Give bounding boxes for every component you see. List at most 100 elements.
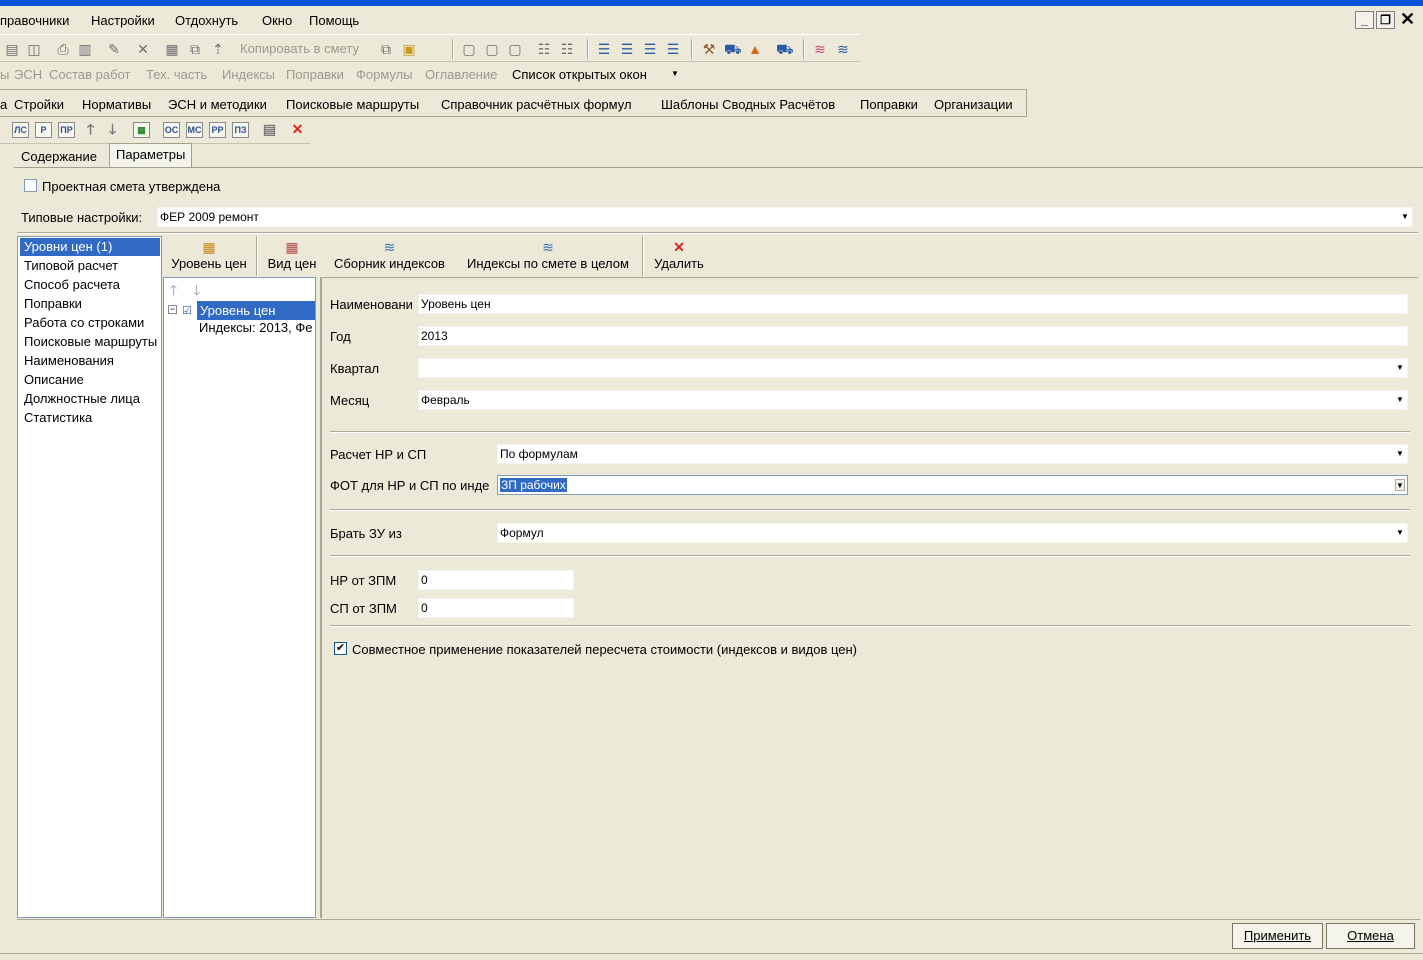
quarter-dropdown[interactable]: ▼: [418, 358, 1408, 378]
nav-item-norms[interactable]: Нормативы: [82, 97, 151, 112]
list-item-price-levels[interactable]: Уровни цен (1): [20, 238, 160, 256]
list-item-statistics[interactable]: Статистика: [20, 409, 160, 427]
indent-icon[interactable]: ☰: [596, 41, 612, 57]
chevron-down-icon[interactable]: ▼: [671, 69, 679, 78]
joint-application-checkbox[interactable]: ✔: [334, 642, 347, 655]
menu-help[interactable]: Помощь: [309, 13, 359, 28]
nav-item-buildings[interactable]: Стройки: [14, 97, 64, 112]
arrow-up-icon[interactable]: 🡑: [82, 122, 99, 138]
mc-doc-icon[interactable]: МС: [186, 122, 203, 138]
p-icon[interactable]: ▢: [484, 41, 500, 57]
tree-node-price-level[interactable]: Уровень цен: [197, 301, 315, 320]
tree-node-indexes[interactable]: Индексы: 2013, Фе: [199, 320, 313, 335]
nav-item-corrections[interactable]: Поправки: [860, 97, 918, 112]
index-collection-button[interactable]: ≋ Сборник индексов: [327, 236, 452, 276]
close-icon[interactable]: ✕: [1400, 9, 1415, 30]
chevron-down-icon[interactable]: ▼: [1395, 394, 1405, 406]
restore-icon[interactable]: ❐: [1376, 11, 1395, 29]
calc-dropdown[interactable]: По формулам ▼: [497, 444, 1408, 464]
fot-dropdown[interactable]: ЗП рабочих ▼: [497, 475, 1408, 495]
edit-icon[interactable]: ✎: [106, 41, 122, 57]
op-doc-icon[interactable]: ОС: [163, 122, 180, 138]
comment-icon[interactable]: ◫: [26, 41, 42, 57]
truck-icon[interactable]: ⛟: [724, 41, 742, 57]
name-input[interactable]: Уровень цен: [418, 294, 1408, 314]
window-tab-formulas[interactable]: Формулы: [356, 67, 413, 82]
nr-input[interactable]: 0: [418, 570, 574, 590]
copy-to-estimate-button[interactable]: Копировать в смету: [240, 41, 359, 56]
tab-content[interactable]: Содержание: [15, 146, 103, 168]
nav-item-search-routes[interactable]: Поисковые маршруты: [286, 97, 419, 112]
zu-dropdown[interactable]: Формул ▼: [497, 523, 1408, 543]
chevron-down-icon[interactable]: ▼: [1395, 527, 1405, 539]
cancel-button[interactable]: Отмена: [1326, 923, 1415, 949]
chevron-down-icon[interactable]: ▼: [1395, 362, 1405, 374]
table-icon[interactable]: ▦: [133, 122, 150, 138]
indexes-whole-button[interactable]: ≋ Индексы по смете в целом: [459, 236, 637, 276]
nav-item-esn-methods[interactable]: ЭСН и методики: [168, 97, 267, 112]
menu-window[interactable]: Окно: [262, 13, 292, 28]
pr-icon[interactable]: ▢: [507, 41, 523, 57]
month-dropdown[interactable]: Февраль ▼: [418, 390, 1408, 410]
align-left-icon[interactable]: ☰: [642, 41, 658, 57]
window-tab-0[interactable]: ы: [0, 67, 9, 82]
window-tab-esn[interactable]: ЭСН: [14, 67, 42, 82]
list-item-rows[interactable]: Работа со строками: [20, 314, 160, 332]
close-estimate-icon[interactable]: ✕: [289, 122, 306, 138]
list-item-description[interactable]: Описание: [20, 371, 160, 389]
nav-item-organizations[interactable]: Организации: [934, 97, 1013, 112]
nav-item-0[interactable]: а: [0, 97, 7, 112]
sp-input[interactable]: 0: [418, 598, 574, 618]
list-item-officials[interactable]: Должностные лица: [20, 390, 160, 408]
p-doc-icon[interactable]: Р: [35, 122, 52, 138]
folder-icon[interactable]: ▤: [261, 122, 278, 138]
lc-icon[interactable]: ▢: [461, 41, 477, 57]
list-item-names[interactable]: Наименования: [20, 352, 160, 370]
insert-group-icon[interactable]: ☷: [559, 41, 575, 57]
upload-icon[interactable]: ⇡: [210, 41, 226, 57]
collapse-icon[interactable]: −: [168, 305, 177, 314]
copy-doc-icon[interactable]: ⧉: [378, 41, 394, 57]
structure-icon[interactable]: ▦: [164, 41, 180, 57]
chevron-down-icon[interactable]: ▼: [1400, 211, 1410, 223]
hammer-icon[interactable]: ⚒: [701, 41, 717, 57]
window-tab-contents[interactable]: Оглавление: [425, 67, 497, 82]
paste-icon[interactable]: ▣: [401, 41, 417, 57]
approved-checkbox[interactable]: [24, 179, 37, 192]
apply-button[interactable]: Применить: [1232, 923, 1323, 949]
pz-doc-icon[interactable]: ПЗ: [232, 122, 249, 138]
tree-move-up-icon[interactable]: 🡑: [170, 280, 177, 304]
window-tab-corrections[interactable]: Поправки: [286, 67, 344, 82]
pr-doc-icon[interactable]: ПР: [58, 122, 75, 138]
price-type-button[interactable]: ▦ Вид цен: [263, 236, 321, 276]
open-windows-dropdown[interactable]: Список открытых окон: [512, 67, 647, 82]
chevron-down-icon[interactable]: ▼: [1395, 479, 1405, 491]
book-blue-icon[interactable]: ≋: [835, 41, 851, 57]
outdent-icon[interactable]: ☰: [619, 41, 635, 57]
list-item-calc-method[interactable]: Способ расчета: [20, 276, 160, 294]
list-item-typical-calc[interactable]: Типовой расчет: [20, 257, 160, 275]
copy-icon[interactable]: ⧉: [187, 41, 203, 57]
lc-doc-icon[interactable]: ЛС: [12, 122, 29, 138]
tab-params[interactable]: Параметры: [109, 143, 193, 168]
book-pink-icon[interactable]: ≋: [812, 41, 828, 57]
window-tab-work-composition[interactable]: Состав работ: [49, 67, 130, 82]
menu-references[interactable]: правочники: [0, 13, 69, 28]
typical-settings-dropdown[interactable]: ФЕР 2009 ремонт ▼: [157, 207, 1413, 227]
list-item-search-routes[interactable]: Поисковые маршруты: [20, 333, 160, 351]
align-right-icon[interactable]: ☰: [665, 41, 681, 57]
arrow-down-icon[interactable]: 🡓: [104, 122, 121, 138]
vehicle-icon[interactable]: ⛟: [776, 41, 794, 57]
menu-rest[interactable]: Отдохнуть: [175, 13, 238, 28]
open-icon[interactable]: ▤: [4, 41, 20, 57]
window-tab-indexes[interactable]: Индексы: [222, 67, 275, 82]
helmet-icon[interactable]: ▲: [747, 41, 763, 57]
insert-row-icon[interactable]: ☷: [536, 41, 552, 57]
year-input[interactable]: 2013: [418, 326, 1408, 346]
chevron-down-icon[interactable]: ▼: [1395, 448, 1405, 460]
rr-doc-icon[interactable]: РР: [209, 122, 226, 138]
nav-item-summary-templates[interactable]: Шаблоны Сводных Расчётов: [661, 97, 835, 112]
price-level-button[interactable]: ▦ Уровень цен: [167, 236, 251, 276]
delete-icon[interactable]: ✕: [135, 41, 151, 57]
list-item-corrections[interactable]: Поправки: [20, 295, 160, 313]
